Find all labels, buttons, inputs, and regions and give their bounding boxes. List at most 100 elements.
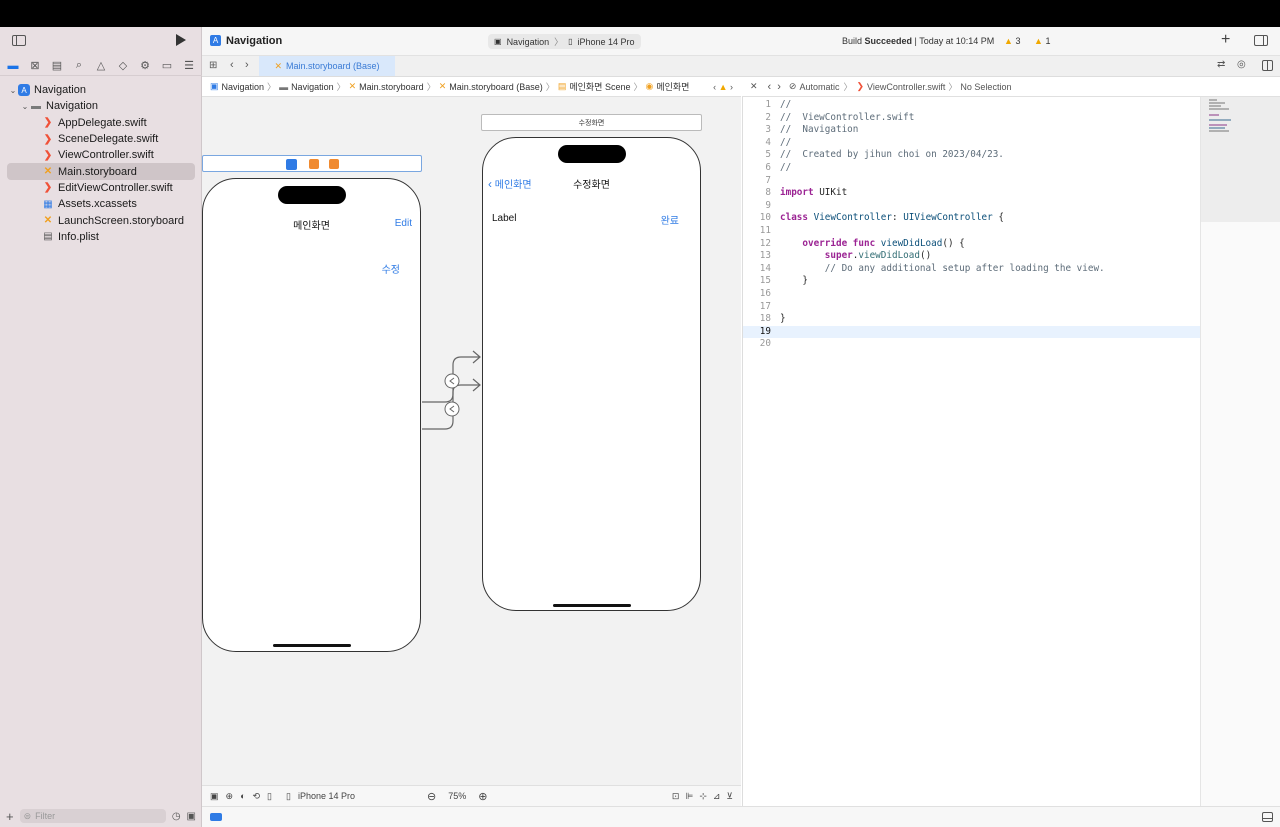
file-tree-item[interactable]: ❯ EditViewController.swift [0, 180, 202, 196]
code-line[interactable]: 2 // ViewController.swift [743, 112, 1201, 125]
zoom-level[interactable]: 75% [448, 791, 466, 801]
minimap[interactable] [1200, 97, 1280, 806]
scm-filter-icon[interactable]: ▣ [187, 811, 196, 822]
add-icon[interactable]: + [6, 809, 14, 824]
back-icon[interactable]: ‹ [230, 59, 234, 71]
issue-indicator[interactable]: ▲ 1 [1034, 36, 1050, 46]
exit-icon[interactable] [329, 159, 339, 169]
device-configuration[interactable]: iPhone 14 Pro [298, 791, 355, 801]
panel-toggle-icon[interactable] [1262, 812, 1273, 822]
run-icon[interactable] [176, 34, 186, 46]
code-line[interactable]: 6 // [743, 162, 1201, 175]
edit-link-button[interactable]: 수정 [382, 261, 400, 276]
forward-icon[interactable]: › [245, 59, 249, 71]
zoom-out-icon[interactable]: ⊖ [427, 790, 436, 803]
code-line[interactable]: 9 [743, 200, 1201, 213]
assistant-selection[interactable]: No Selection [960, 82, 1011, 92]
crumb-file[interactable]: Main.storyboard [359, 82, 424, 92]
document-outline-icon[interactable]: ▣ [210, 791, 219, 802]
issue-tab-icon[interactable]: △ [93, 58, 109, 74]
test-tab-icon[interactable]: ◇ [115, 58, 131, 74]
inspector-toggle-icon[interactable] [1254, 35, 1268, 46]
minimap-viewport[interactable] [1201, 97, 1280, 222]
swap-icon[interactable]: ⇄ [1217, 59, 1225, 70]
view-controller-dock-icon[interactable] [286, 159, 297, 170]
code-line[interactable]: 20 [743, 338, 1201, 351]
warning-indicator[interactable]: ▲ 3 [1004, 36, 1020, 46]
add-library-icon[interactable]: + [1221, 31, 1230, 49]
disclosure-chevron-icon[interactable]: ⌄ [20, 102, 30, 111]
main-scene-dock[interactable] [202, 155, 422, 172]
file-tree-item[interactable]: ⌄ A Navigation [0, 82, 202, 98]
align-icon[interactable]: ⊫ [685, 791, 693, 802]
disclosure-chevron-icon[interactable]: ⌄ [8, 86, 18, 95]
code-line[interactable]: 18} [743, 313, 1201, 326]
code-line[interactable]: 8 import UIKit [743, 187, 1201, 200]
crumb-scene[interactable]: 메인화면 Scene [569, 80, 630, 93]
code-line[interactable]: 11 [743, 225, 1201, 238]
file-tree-item[interactable]: ❯ SceneDelegate.swift [0, 131, 202, 147]
filter-input[interactable]: ⊜ Filter [19, 809, 166, 823]
code-line[interactable]: 13 super.viewDidLoad() [743, 250, 1201, 263]
code-line[interactable]: 19 [743, 325, 1201, 339]
back-icon[interactable]: ‹ [768, 81, 772, 93]
debug-tab-icon[interactable]: ⚙ [137, 58, 153, 74]
code-line[interactable]: 12 override func viewDidLoad() { [743, 238, 1201, 251]
embed-icon[interactable]: ⊻ [726, 791, 733, 802]
file-tree-item[interactable]: ❯ ViewController.swift [0, 147, 202, 163]
variation-icon[interactable]: ▯ [267, 791, 272, 802]
code-line[interactable]: 7 [743, 175, 1201, 188]
zoom-in-icon[interactable]: ⊕ [478, 790, 487, 803]
assistant-file[interactable]: ViewController.swift [867, 82, 945, 92]
edit-scene-device[interactable]: ‹ 메인화면 수정화면 Label 완료 [482, 137, 701, 611]
code-line[interactable]: 17 [743, 301, 1201, 314]
edit-scene-header[interactable]: 수정화면 [481, 114, 702, 131]
debug-area-toggle-icon[interactable] [210, 813, 222, 821]
storyboard-canvas[interactable]: 메인화면 Edit 수정 수정화면 ‹ 메인화면 수정화면 Label 완료 [202, 97, 741, 785]
find-tab-icon[interactable]: ⌕ [71, 58, 87, 74]
split-editor-icon[interactable] [1262, 60, 1273, 71]
tab-main-storyboard[interactable]: ✕ Main.storyboard (Base) [259, 56, 395, 76]
forward-icon[interactable]: › [777, 81, 781, 93]
file-tree-item[interactable]: ✕ Main.storyboard [7, 163, 195, 180]
code-line[interactable]: 15 } [743, 275, 1201, 288]
file-tree-item[interactable]: ▦ Assets.xcassets [0, 196, 202, 212]
main-scene-device[interactable]: 메인화면 Edit 수정 [202, 178, 421, 652]
assistant-mode[interactable]: Automatic [799, 82, 839, 92]
update-frames-icon[interactable]: ⊡ [672, 791, 680, 802]
dark-mode-icon[interactable]: ◐ [240, 791, 245, 801]
file-tree-item[interactable]: ✕ LaunchScreen.storyboard [0, 212, 202, 228]
file-tree-item[interactable]: ❯ AppDelegate.swift [0, 115, 202, 131]
crumb-view-controller[interactable]: 메인화면 [656, 80, 689, 93]
scheme-selector[interactable]: ▣ Navigation 〉 ▯ iPhone 14 Pro [488, 34, 641, 49]
crumb-project[interactable]: Navigation [222, 82, 265, 92]
close-icon[interactable]: ✕ [750, 81, 758, 92]
related-items-icon[interactable]: ⊞ [209, 60, 217, 71]
code-line[interactable]: 5 // Created by jihun choi on 2023/04/23. [743, 149, 1201, 162]
first-responder-icon[interactable] [309, 159, 319, 169]
appearance-icon[interactable]: ⊕ [226, 791, 234, 802]
report-tab-icon[interactable]: ☰ [181, 58, 197, 74]
crumb-localization[interactable]: Main.storyboard (Base) [449, 82, 543, 92]
code-line[interactable]: 4 // [743, 137, 1201, 150]
code-line[interactable]: 1 // [743, 99, 1201, 112]
pin-icon[interactable]: ⊹ [699, 791, 707, 802]
done-button[interactable]: 완료 [661, 212, 679, 227]
source-control-tab-icon[interactable]: ⊠ [27, 58, 43, 74]
code-line[interactable]: 16 [743, 288, 1201, 301]
file-tree-item[interactable]: ⌄ ▬ Navigation [0, 98, 202, 114]
edit-bar-button[interactable]: Edit [395, 218, 412, 229]
recent-filter-icon[interactable]: ◷ [172, 811, 181, 822]
symbol-tab-icon[interactable]: ▤ [49, 58, 65, 74]
sidebar-toggle-icon[interactable] [12, 35, 26, 46]
code-line[interactable]: 3 // Navigation [743, 124, 1201, 137]
breakpoint-tab-icon[interactable]: ▭ [159, 58, 175, 74]
label-view[interactable]: Label [492, 213, 516, 224]
code-line[interactable]: 10 class ViewController: UIViewController… [743, 212, 1201, 225]
issue-nav-icons[interactable]: ‹ ▲ › [713, 82, 733, 92]
code-editor[interactable]: 1 // 2 // ViewController.swift 3 // Navigatio… [742, 97, 1201, 806]
folder-tab-icon[interactable]: ▬ [5, 58, 21, 74]
resolve-icon[interactable]: ⊿ [713, 791, 721, 802]
code-line[interactable]: 14 // Do any additional setup after load… [743, 263, 1201, 276]
file-tree-item[interactable]: ▤ Info.plist [0, 229, 202, 245]
